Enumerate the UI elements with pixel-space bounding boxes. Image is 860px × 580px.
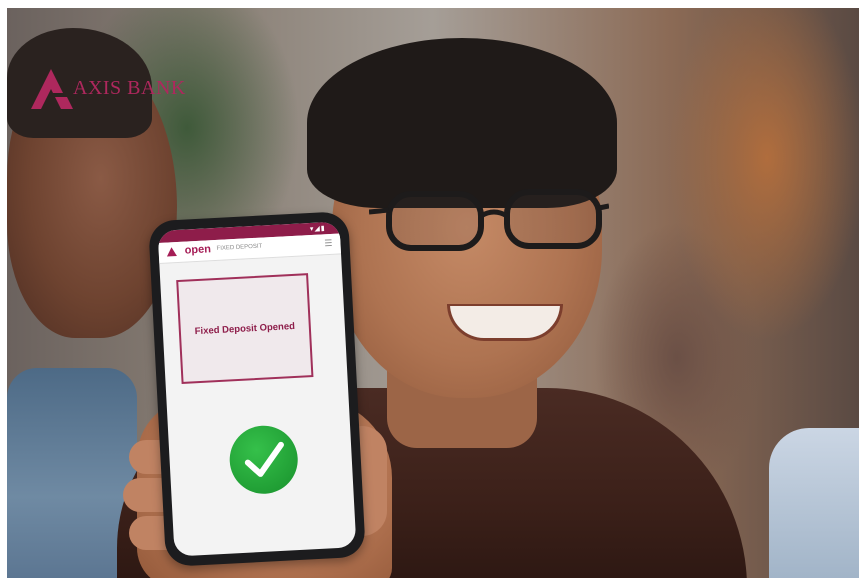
menu-icon[interactable]: ☰: [324, 238, 333, 249]
confirmation-message: Fixed Deposit Opened: [194, 320, 296, 337]
brand-name: AXIS BANK: [73, 76, 186, 99]
app-subtitle: FIXED DEPOSIT: [216, 243, 263, 252]
checkmark-icon: [244, 441, 284, 477]
glasses: [369, 189, 609, 251]
status-icons: ▾◢▮: [309, 225, 326, 234]
phone: ▾◢▮ open FIXED DEPOSIT ☰ Fixed Deposit O…: [148, 211, 366, 567]
photo: ▾◢▮ open FIXED DEPOSIT ☰ Fixed Deposit O…: [7, 8, 859, 578]
confirmation-box: Fixed Deposit Opened: [176, 273, 314, 384]
man-hair: [307, 38, 617, 208]
app-name: open: [184, 243, 212, 257]
brand-logo: AXIS BANK: [27, 66, 186, 110]
phone-screen: ▾◢▮ open FIXED DEPOSIT ☰ Fixed Deposit O…: [157, 221, 357, 557]
check-circle-icon: [227, 424, 300, 496]
image-frame: ▾◢▮ open FIXED DEPOSIT ☰ Fixed Deposit O…: [0, 0, 860, 580]
axis-logo-icon: [166, 247, 177, 257]
right-edge-person: [769, 428, 859, 578]
